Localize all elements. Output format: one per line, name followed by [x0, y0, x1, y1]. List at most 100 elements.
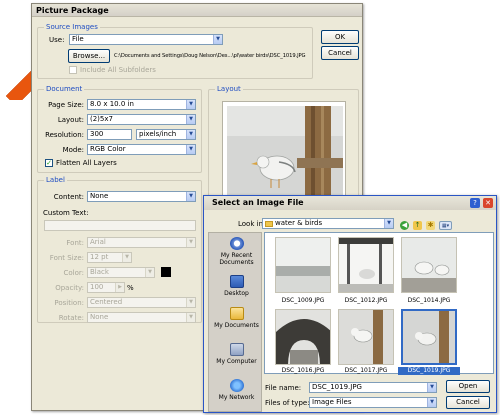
- place-desktop[interactable]: Desktop: [214, 273, 259, 308]
- include-subfolders-checkbox[interactable]: [69, 66, 77, 74]
- look-in-value: water & birds: [275, 219, 323, 227]
- look-in-select[interactable]: water & birds ▼: [262, 218, 394, 229]
- flatten-layers-label: Flatten All Layers: [56, 159, 117, 167]
- resolution-label: Resolution:: [45, 131, 84, 139]
- file-caption: DSC_1016.JPG: [281, 367, 325, 374]
- chevron-down-icon: ▼: [186, 100, 195, 109]
- place-label: My Computer: [216, 358, 257, 365]
- up-folder-icon[interactable]: ↑: [413, 221, 422, 230]
- mode-value: RGB Color: [90, 145, 126, 153]
- browse-button[interactable]: Browse...: [68, 49, 110, 63]
- file-caption: DSC_1017.JPG: [344, 367, 388, 374]
- network-icon: [229, 379, 244, 392]
- thumbnail-dsc-1017[interactable]: [338, 309, 394, 365]
- content-label: Content:: [53, 193, 84, 201]
- page-size-select[interactable]: 8.0 x 10.0 in ▼: [87, 99, 196, 110]
- place-my-documents[interactable]: My Documents: [214, 305, 259, 340]
- content-select[interactable]: None ▼: [87, 191, 196, 202]
- source-images-title: Source Images: [44, 23, 100, 32]
- label-title: Label: [44, 176, 67, 185]
- custom-text-label: Custom Text:: [43, 209, 89, 217]
- chevron-down-icon: ▼: [427, 383, 436, 392]
- chevron-down-icon: ▼: [186, 298, 195, 307]
- color-value: Black: [90, 268, 109, 276]
- files-of-type-label: Files of type:: [265, 399, 310, 407]
- use-value: File: [72, 35, 84, 43]
- opacity-label: Opacity:: [55, 284, 84, 292]
- thumbnail-dsc-1009[interactable]: [275, 237, 331, 293]
- position-label: Position:: [54, 299, 84, 307]
- opacity-unit: %: [127, 284, 134, 292]
- place-my-recent-documents[interactable]: My Recent Documents: [214, 235, 259, 270]
- view-menu-icon[interactable]: ▦▾: [439, 221, 452, 230]
- computer-icon: [229, 343, 244, 356]
- close-icon[interactable]: ✕: [483, 198, 493, 208]
- resolution-unit-select[interactable]: pixels/inch ▼: [136, 129, 196, 140]
- font-size-select[interactable]: 12 pt ▼: [87, 252, 132, 263]
- rotate-select[interactable]: None ▼: [87, 312, 196, 323]
- include-subfolders-label: Include All Subfolders: [80, 66, 156, 74]
- file-thumbnail-view: DSC_1009.JPG DSC_1012.JPG DSC_1014.JPG D…: [264, 232, 494, 375]
- image-thumbnail-icon: [402, 238, 456, 292]
- layout-select[interactable]: (2)5x7 ▼: [87, 114, 196, 125]
- font-size-label: Font Size:: [49, 254, 84, 262]
- new-folder-icon[interactable]: ✱: [426, 221, 435, 230]
- files-of-type-select[interactable]: Image Files ▼: [309, 397, 437, 408]
- mode-label: Mode:: [62, 146, 84, 154]
- image-thumbnail-icon: [276, 238, 330, 292]
- dialog-cancel-button[interactable]: Cancel: [446, 396, 490, 409]
- place-label: My Network: [218, 394, 255, 401]
- help-icon[interactable]: ?: [470, 198, 480, 208]
- recent-documents-icon: [229, 237, 244, 250]
- opacity-value: 100: [90, 283, 104, 291]
- place-label: My Documents: [214, 322, 259, 329]
- image-thumbnail-icon: [339, 310, 393, 364]
- chevron-down-icon: ▼: [186, 313, 195, 322]
- cancel-button[interactable]: Cancel: [321, 46, 359, 60]
- page-size-label: Page Size:: [48, 101, 84, 109]
- folder-icon: [265, 221, 273, 227]
- thumbnail-dsc-1014[interactable]: [401, 237, 457, 293]
- file-caption: DSC_1009.JPG: [281, 297, 325, 304]
- ok-button[interactable]: OK: [321, 30, 359, 44]
- chevron-down-icon: ▼: [122, 253, 131, 262]
- use-select[interactable]: File ▼: [69, 34, 223, 45]
- back-icon[interactable]: ◀: [400, 221, 409, 230]
- color-label: Color:: [63, 269, 84, 277]
- thumbnail-dsc-1012[interactable]: [338, 237, 394, 293]
- flatten-layers-checkbox[interactable]: ✓: [45, 159, 53, 167]
- documents-folder-icon: [229, 307, 244, 320]
- resolution-input[interactable]: 300: [87, 129, 132, 140]
- open-button[interactable]: Open: [446, 380, 490, 393]
- custom-text-input[interactable]: [44, 220, 196, 231]
- source-path: C:\Documents and Settings\Doug Nelson\De…: [114, 53, 306, 59]
- color-select[interactable]: Black ▼: [87, 267, 155, 278]
- color-swatch[interactable]: [161, 267, 171, 277]
- file-name-label: File name:: [265, 384, 302, 392]
- chevron-down-icon: ▼: [186, 130, 195, 139]
- file-name-value: DSC_1019.JPG: [312, 383, 362, 391]
- resolution-unit-value: pixels/inch: [139, 130, 177, 138]
- font-value: Arial: [90, 238, 106, 246]
- position-select[interactable]: Centered ▼: [87, 297, 196, 308]
- place-label: Desktop: [224, 290, 249, 297]
- place-my-network[interactable]: My Network: [214, 377, 259, 412]
- chevron-right-icon: ▶: [115, 283, 124, 292]
- files-of-type-value: Image Files: [312, 398, 352, 406]
- image-thumbnail-icon: [339, 238, 393, 292]
- thumbnail-dsc-1016[interactable]: [275, 309, 331, 365]
- font-select[interactable]: Arial ▼: [87, 237, 196, 248]
- opacity-input[interactable]: 100 ▶: [87, 282, 125, 293]
- desktop-icon: [229, 275, 244, 288]
- thumbnail-dsc-1019-selected[interactable]: [401, 309, 457, 365]
- image-thumbnail-icon: [403, 311, 455, 363]
- chevron-down-icon: ▼: [427, 398, 436, 407]
- chevron-down-icon: ▼: [186, 115, 195, 124]
- mode-select[interactable]: RGB Color ▼: [87, 144, 196, 155]
- chevron-down-icon: ▼: [213, 35, 222, 44]
- place-my-computer[interactable]: My Computer: [214, 341, 259, 376]
- file-name-input[interactable]: DSC_1019.JPG ▼: [309, 382, 437, 393]
- file-caption: DSC_1014.JPG: [407, 297, 451, 304]
- chevron-down-icon: ▼: [186, 145, 195, 154]
- chevron-down-icon: ▼: [186, 192, 195, 201]
